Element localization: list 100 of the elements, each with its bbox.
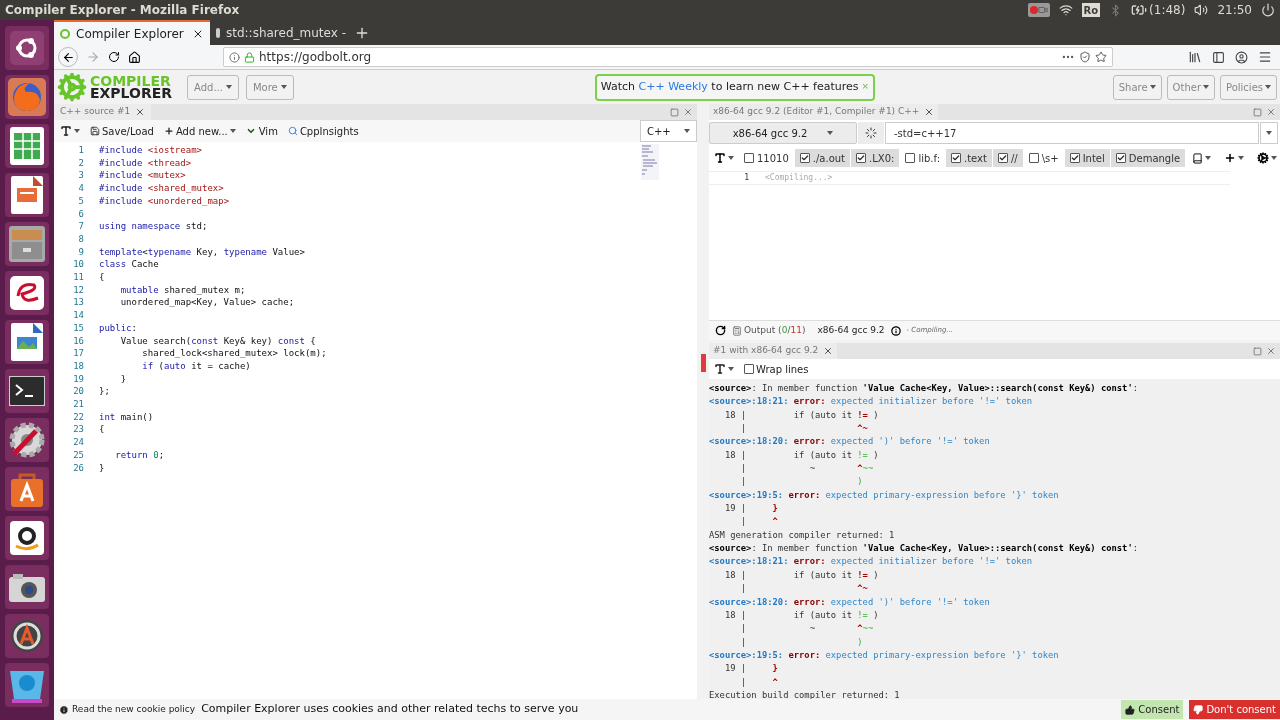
line-number: 8 (77, 232, 84, 246)
book-menu-button[interactable] (1192, 152, 1212, 164)
filter-toggle[interactable]: .LX0: (851, 149, 900, 167)
code-line: #include <thread> (99, 156, 192, 170)
font-size-button[interactable] (60, 125, 80, 137)
filter-toggle[interactable]: lib.f: (900, 149, 945, 167)
swirl-icon[interactable] (10, 276, 44, 310)
output-line: 19 | } (723, 662, 778, 676)
home-icon[interactable] (128, 50, 141, 64)
panel-tab[interactable]: #1 with x86-64 gcc 9.2 (709, 343, 838, 359)
cookie-policy-link[interactable]: Read the new cookie policy (59, 702, 196, 717)
caret-icon (280, 85, 287, 89)
checkbox[interactable] (856, 153, 867, 163)
error-marker (700, 354, 706, 372)
ubuntu-logo-icon[interactable] (10, 31, 44, 65)
line-number: 16 (72, 334, 84, 348)
panel-tab[interactable]: x86-64 gcc 9.2 (Editor #1, Compiler #1) C++ (709, 104, 939, 120)
code-line: #include <mutex> (99, 169, 186, 183)
toolbar-button[interactable]: Save/Load (90, 123, 154, 139)
battery-icon[interactable] (1131, 2, 1148, 18)
filter-toggle[interactable]: // (992, 149, 1023, 167)
line-number: 19 (72, 372, 84, 386)
line-number: 18 (72, 359, 84, 373)
toolbar-button[interactable]: Add new... (163, 123, 236, 139)
cookie-message: Compiler Explorer uses cookies and other related techs to serve you (201, 701, 579, 718)
close-icon[interactable] (823, 346, 834, 356)
volume-icon[interactable] (1194, 3, 1209, 17)
checkbox[interactable] (799, 153, 810, 163)
output-line: 18 | if (auto it != ) (723, 608, 879, 622)
settings-menu-button[interactable] (1257, 152, 1278, 164)
code-line: { (99, 423, 105, 437)
output-line: <source>: In member function 'Value Cache<Key, Value>::search(const Key&) const': (709, 542, 1138, 556)
keyboard-layout[interactable]: Ro (1081, 3, 1101, 17)
filter-toggle[interactable]: .text (946, 149, 992, 167)
address-field[interactable]: https://godbolt.org (223, 47, 1113, 67)
checkbox[interactable] (905, 153, 916, 163)
filter-toggle[interactable]: 11010 (739, 149, 794, 167)
compiler-select[interactable]: x86-64 gcc 9.2 (709, 122, 857, 144)
filter-toggle[interactable]: Intel (1064, 149, 1110, 167)
checkbox[interactable] (744, 153, 754, 163)
output-line: 18 | if (auto it != ) (723, 448, 879, 462)
spreadsheet-icon[interactable] (10, 127, 44, 165)
menu-icon[interactable] (1258, 50, 1272, 64)
panel-tab[interactable]: C++ source #1 (54, 104, 152, 120)
checkbox[interactable] (1069, 153, 1080, 163)
font-size-button[interactable] (714, 363, 734, 375)
reload-icon[interactable] (108, 51, 120, 63)
close-icon[interactable] (135, 107, 146, 117)
toolbar-button[interactable]: Vim (245, 123, 278, 139)
new-tab-icon[interactable] (354, 25, 370, 41)
clock[interactable]: 21:50 (1217, 1, 1252, 19)
wifi-icon[interactable] (1058, 3, 1073, 17)
checkbox[interactable] (997, 153, 1008, 163)
document-icon[interactable] (11, 323, 43, 361)
tab-title: Compiler Explorer (76, 25, 184, 43)
checkbox[interactable] (744, 364, 754, 374)
output-line: | ^~ (739, 582, 868, 596)
checkbox[interactable] (1028, 153, 1039, 163)
camera-icon[interactable] (9, 572, 45, 602)
notice-link[interactable]: C++ Weekly (638, 79, 708, 93)
output-line: | ~ ^~~ (739, 622, 874, 636)
options-dropdown-button[interactable] (1260, 122, 1278, 144)
caret-icon (1238, 156, 1245, 160)
filter-toggle[interactable]: ./a.out (794, 149, 851, 167)
output-line: 18 | if (auto it != ) (723, 568, 879, 582)
library-icon[interactable] (1188, 50, 1202, 64)
filter-toggle[interactable]: \s+ (1023, 149, 1064, 167)
checkbox[interactable] (1115, 153, 1126, 163)
language-select[interactable]: C++ (640, 120, 697, 142)
toolbar-button[interactable]: CppInsights (287, 123, 359, 139)
caret-icon (229, 129, 236, 133)
recording-icon[interactable] (1027, 3, 1050, 17)
gear-wrench-icon[interactable] (8, 421, 46, 459)
updater-icon[interactable] (9, 618, 45, 654)
font-icon (714, 152, 726, 164)
checkbox[interactable] (951, 153, 961, 163)
add-menu-button[interactable] (1224, 152, 1245, 164)
sidebar-icon[interactable] (1212, 50, 1225, 64)
account-icon[interactable] (1235, 50, 1248, 64)
star-icon[interactable] (1095, 51, 1107, 63)
wrap-lines-toggle[interactable]: Wrap lines (744, 361, 809, 377)
options-field[interactable]: -std=c++17 (885, 122, 1259, 144)
output-button[interactable]: Output (0/11) (732, 323, 806, 338)
thumbs-down-icon (1193, 704, 1204, 715)
decline-button[interactable]: Don't consent (1189, 700, 1280, 719)
font-size-button[interactable] (714, 152, 734, 164)
terminal-icon[interactable] (9, 376, 45, 406)
output-line: <source>:19:5: error: expected primary-expression before '}' token (709, 488, 1059, 502)
shopping-bag-icon[interactable] (9, 471, 45, 507)
browser-tab[interactable]: Compiler Explorer (54, 20, 210, 45)
caret-icon (684, 129, 690, 133)
consent-button[interactable]: Consent (1121, 700, 1184, 719)
info-icon[interactable] (890, 325, 901, 336)
power-icon[interactable] (1261, 3, 1275, 17)
presentation-icon[interactable] (11, 176, 43, 214)
logo[interactable]: COMPILER EXPLORER (57, 72, 173, 102)
filter-toggle[interactable]: Demangle (1110, 149, 1186, 167)
shield-icon[interactable] (1079, 51, 1091, 63)
recompile-icon[interactable] (715, 325, 726, 336)
close-icon[interactable] (924, 107, 935, 117)
